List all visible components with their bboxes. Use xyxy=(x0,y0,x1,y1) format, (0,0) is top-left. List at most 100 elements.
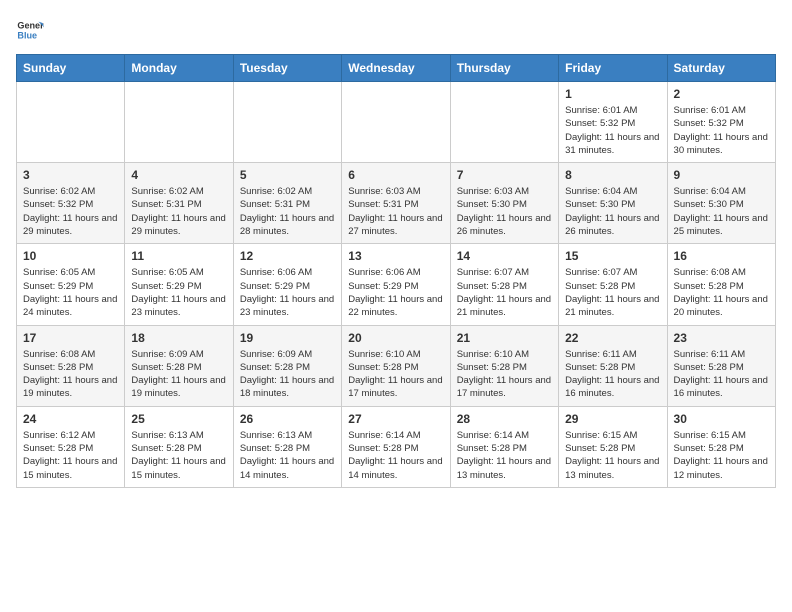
calendar-day-cell: 16Sunrise: 6:08 AM Sunset: 5:28 PM Dayli… xyxy=(667,244,775,325)
day-info: Sunrise: 6:11 AM Sunset: 5:28 PM Dayligh… xyxy=(565,348,660,401)
calendar-table: SundayMondayTuesdayWednesdayThursdayFrid… xyxy=(16,54,776,488)
day-number: 4 xyxy=(131,168,226,182)
day-number: 10 xyxy=(23,249,118,263)
calendar-day-cell: 14 Sunrise: 6:07 AM Sunset: 5:28 PM Dayli… xyxy=(450,244,558,325)
day-info: Sunrise: 6:03 AM Sunset: 5:30 PM Dayligh… xyxy=(457,185,552,238)
day-info: Sunrise: 6:13 AM Sunset: 5:28 PM Dayligh… xyxy=(131,429,226,482)
svg-text:Blue: Blue xyxy=(17,30,37,40)
day-number: 22 xyxy=(565,331,660,345)
calendar-day-cell: 5 Sunrise: 6:02 AM Sunset: 5:31 PM Daylig… xyxy=(233,163,341,244)
logo: General Blue xyxy=(16,16,44,44)
calendar-day-cell: 18 Sunrise: 6:09 AM Sunset: 5:28 PM Dayli… xyxy=(125,325,233,406)
calendar-day-cell: 20Sunrise: 6:10 AM Sunset: 5:28 PM Dayli… xyxy=(342,325,450,406)
day-info: Sunrise: 6:10 AM Sunset: 5:28 PM Dayligh… xyxy=(457,348,552,401)
day-number: 3 xyxy=(23,168,118,182)
calendar-header-cell: Friday xyxy=(559,55,667,82)
day-number: 30 xyxy=(674,412,769,426)
logo-icon: General Blue xyxy=(16,16,44,44)
calendar-day-cell xyxy=(233,82,341,163)
day-number: 1 xyxy=(565,87,660,101)
day-info: Sunrise: 6:09 AM Sunset: 5:28 PM Dayligh… xyxy=(131,348,226,401)
day-number: 19 xyxy=(240,331,335,345)
day-number: 12 xyxy=(240,249,335,263)
day-info: Sunrise: 6:06 AM Sunset: 5:29 PM Dayligh… xyxy=(348,266,443,319)
day-info: Sunrise: 6:15 AM Sunset: 5:28 PM Dayligh… xyxy=(674,429,769,482)
calendar-day-cell xyxy=(17,82,125,163)
day-number: 23 xyxy=(674,331,769,345)
calendar-day-cell: 28 Sunrise: 6:14 AM Sunset: 5:28 PM Dayli… xyxy=(450,406,558,487)
day-info: Sunrise: 6:10 AM Sunset: 5:28 PM Dayligh… xyxy=(348,348,443,401)
calendar-day-cell xyxy=(125,82,233,163)
day-info: Sunrise: 6:13 AM Sunset: 5:28 PM Dayligh… xyxy=(240,429,335,482)
day-number: 16 xyxy=(674,249,769,263)
calendar-day-cell: 25 Sunrise: 6:13 AM Sunset: 5:28 PM Dayli… xyxy=(125,406,233,487)
calendar-day-cell: 6 Sunrise: 6:03 AM Sunset: 5:31 PM Daylig… xyxy=(342,163,450,244)
day-number: 6 xyxy=(348,168,443,182)
calendar-day-cell: 21 Sunrise: 6:10 AM Sunset: 5:28 PM Dayli… xyxy=(450,325,558,406)
day-number: 7 xyxy=(457,168,552,182)
calendar-day-cell xyxy=(450,82,558,163)
calendar-day-cell: 11Sunrise: 6:05 AM Sunset: 5:29 PM Dayli… xyxy=(125,244,233,325)
calendar-day-cell: 30 Sunrise: 6:15 AM Sunset: 5:28 PM Dayli… xyxy=(667,406,775,487)
day-info: Sunrise: 6:05 AM Sunset: 5:29 PM Dayligh… xyxy=(23,266,118,319)
day-info: Sunrise: 6:08 AM Sunset: 5:28 PM Dayligh… xyxy=(23,348,118,401)
calendar-day-cell: 12Sunrise: 6:06 AM Sunset: 5:29 PM Dayli… xyxy=(233,244,341,325)
calendar-day-cell: 17Sunrise: 6:08 AM Sunset: 5:28 PM Dayli… xyxy=(17,325,125,406)
day-number: 8 xyxy=(565,168,660,182)
day-number: 11 xyxy=(131,249,226,263)
calendar-week-row: 3Sunrise: 6:02 AM Sunset: 5:32 PM Daylig… xyxy=(17,163,776,244)
calendar-day-cell: 19 Sunrise: 6:09 AM Sunset: 5:28 PM Dayli… xyxy=(233,325,341,406)
day-number: 18 xyxy=(131,331,226,345)
calendar-day-cell: 24 Sunrise: 6:12 AM Sunset: 5:28 PM Dayli… xyxy=(17,406,125,487)
day-number: 24 xyxy=(23,412,118,426)
day-number: 28 xyxy=(457,412,552,426)
calendar-header-cell: Tuesday xyxy=(233,55,341,82)
day-info: Sunrise: 6:12 AM Sunset: 5:28 PM Dayligh… xyxy=(23,429,118,482)
day-info: Sunrise: 6:02 AM Sunset: 5:31 PM Dayligh… xyxy=(240,185,335,238)
calendar-day-cell: 9Sunrise: 6:04 AM Sunset: 5:30 PM Daylig… xyxy=(667,163,775,244)
calendar-day-cell: 3Sunrise: 6:02 AM Sunset: 5:32 PM Daylig… xyxy=(17,163,125,244)
day-number: 2 xyxy=(674,87,769,101)
calendar-day-cell: 2 Sunrise: 6:01 AM Sunset: 5:32 PM Daylig… xyxy=(667,82,775,163)
svg-text:General: General xyxy=(17,21,44,31)
calendar-day-cell: 7 Sunrise: 6:03 AM Sunset: 5:30 PM Daylig… xyxy=(450,163,558,244)
calendar-day-cell: 13Sunrise: 6:06 AM Sunset: 5:29 PM Dayli… xyxy=(342,244,450,325)
calendar-header-cell: Wednesday xyxy=(342,55,450,82)
calendar-header-cell: Saturday xyxy=(667,55,775,82)
day-info: Sunrise: 6:07 AM Sunset: 5:28 PM Dayligh… xyxy=(457,266,552,319)
calendar-day-cell: 26 Sunrise: 6:13 AM Sunset: 5:28 PM Dayli… xyxy=(233,406,341,487)
day-info: Sunrise: 6:15 AM Sunset: 5:28 PM Dayligh… xyxy=(565,429,660,482)
calendar-week-row: 1 Sunrise: 6:01 AM Sunset: 5:32 PM Daylig… xyxy=(17,82,776,163)
day-number: 5 xyxy=(240,168,335,182)
day-number: 29 xyxy=(565,412,660,426)
day-info: Sunrise: 6:14 AM Sunset: 5:28 PM Dayligh… xyxy=(348,429,443,482)
calendar-header-cell: Sunday xyxy=(17,55,125,82)
calendar-day-cell: 8Sunrise: 6:04 AM Sunset: 5:30 PM Daylig… xyxy=(559,163,667,244)
calendar-week-row: 10 Sunrise: 6:05 AM Sunset: 5:29 PM Dayli… xyxy=(17,244,776,325)
calendar-day-cell: 1Sunrise: 6:01 AM Sunset: 5:32 PM Daylig… xyxy=(559,82,667,163)
calendar-header-cell: Thursday xyxy=(450,55,558,82)
calendar-day-cell: 23Sunrise: 6:11 AM Sunset: 5:28 PM Dayli… xyxy=(667,325,775,406)
calendar-header-cell: Monday xyxy=(125,55,233,82)
calendar-week-row: 17Sunrise: 6:08 AM Sunset: 5:28 PM Dayli… xyxy=(17,325,776,406)
day-number: 21 xyxy=(457,331,552,345)
day-info: Sunrise: 6:04 AM Sunset: 5:30 PM Dayligh… xyxy=(674,185,769,238)
day-info: Sunrise: 6:14 AM Sunset: 5:28 PM Dayligh… xyxy=(457,429,552,482)
day-number: 27 xyxy=(348,412,443,426)
day-info: Sunrise: 6:01 AM Sunset: 5:32 PM Dayligh… xyxy=(674,104,769,157)
calendar-week-row: 24 Sunrise: 6:12 AM Sunset: 5:28 PM Dayli… xyxy=(17,406,776,487)
calendar-header-row: SundayMondayTuesdayWednesdayThursdayFrid… xyxy=(17,55,776,82)
calendar-body: 1 Sunrise: 6:01 AM Sunset: 5:32 PM Daylig… xyxy=(17,82,776,488)
calendar-day-cell: 4 Sunrise: 6:02 AM Sunset: 5:31 PM Daylig… xyxy=(125,163,233,244)
calendar-day-cell: 27 Sunrise: 6:14 AM Sunset: 5:28 PM Dayli… xyxy=(342,406,450,487)
day-info: Sunrise: 6:07 AM Sunset: 5:28 PM Dayligh… xyxy=(565,266,660,319)
day-number: 26 xyxy=(240,412,335,426)
day-info: Sunrise: 6:02 AM Sunset: 5:31 PM Dayligh… xyxy=(131,185,226,238)
day-number: 25 xyxy=(131,412,226,426)
day-number: 15 xyxy=(565,249,660,263)
day-number: 14 xyxy=(457,249,552,263)
day-info: Sunrise: 6:03 AM Sunset: 5:31 PM Dayligh… xyxy=(348,185,443,238)
day-info: Sunrise: 6:09 AM Sunset: 5:28 PM Dayligh… xyxy=(240,348,335,401)
page-header: General Blue xyxy=(16,16,776,44)
calendar-day-cell: 22 Sunrise: 6:11 AM Sunset: 5:28 PM Dayli… xyxy=(559,325,667,406)
